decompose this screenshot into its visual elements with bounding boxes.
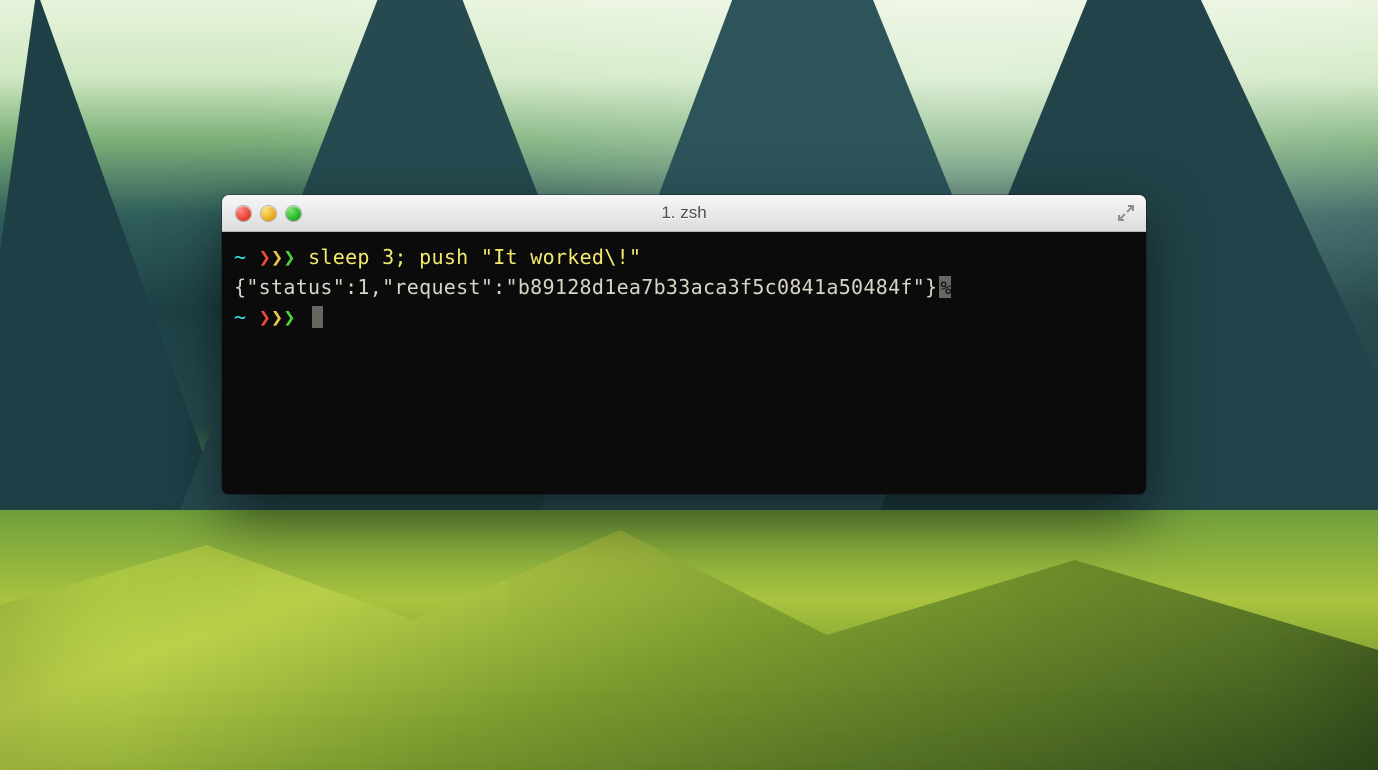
- command-text: sleep 3;: [308, 245, 407, 269]
- decor-ridge: [0, 470, 1378, 770]
- fullscreen-icon[interactable]: [1116, 203, 1136, 223]
- terminal-window[interactable]: 1. zsh ~ ❯❯❯ sleep 3; push "It worked\!"…: [222, 195, 1146, 494]
- prompt-chevrons: ❯❯❯: [259, 305, 296, 329]
- command-push: push: [419, 245, 468, 269]
- window-titlebar[interactable]: 1. zsh: [222, 195, 1146, 232]
- cursor-block-icon: [312, 306, 323, 328]
- eol-percent-icon: [939, 276, 951, 298]
- desktop-wallpaper: 1. zsh ~ ❯❯❯ sleep 3; push "It worked\!"…: [0, 0, 1378, 770]
- prompt-tilde: ~: [234, 245, 246, 269]
- prompt-chevrons: ❯❯❯: [259, 245, 296, 269]
- command-arg: "It worked\!": [481, 245, 641, 269]
- prompt-tilde: ~: [234, 305, 246, 329]
- close-button[interactable]: [236, 206, 251, 221]
- minimize-button[interactable]: [261, 206, 276, 221]
- window-traffic-lights: [222, 206, 301, 221]
- zoom-button[interactable]: [286, 206, 301, 221]
- window-title: 1. zsh: [222, 203, 1146, 223]
- output-json: {"status":1,"request":"b89128d1ea7b33aca…: [234, 275, 937, 299]
- terminal-body[interactable]: ~ ❯❯❯ sleep 3; push "It worked\!" {"stat…: [222, 232, 1146, 494]
